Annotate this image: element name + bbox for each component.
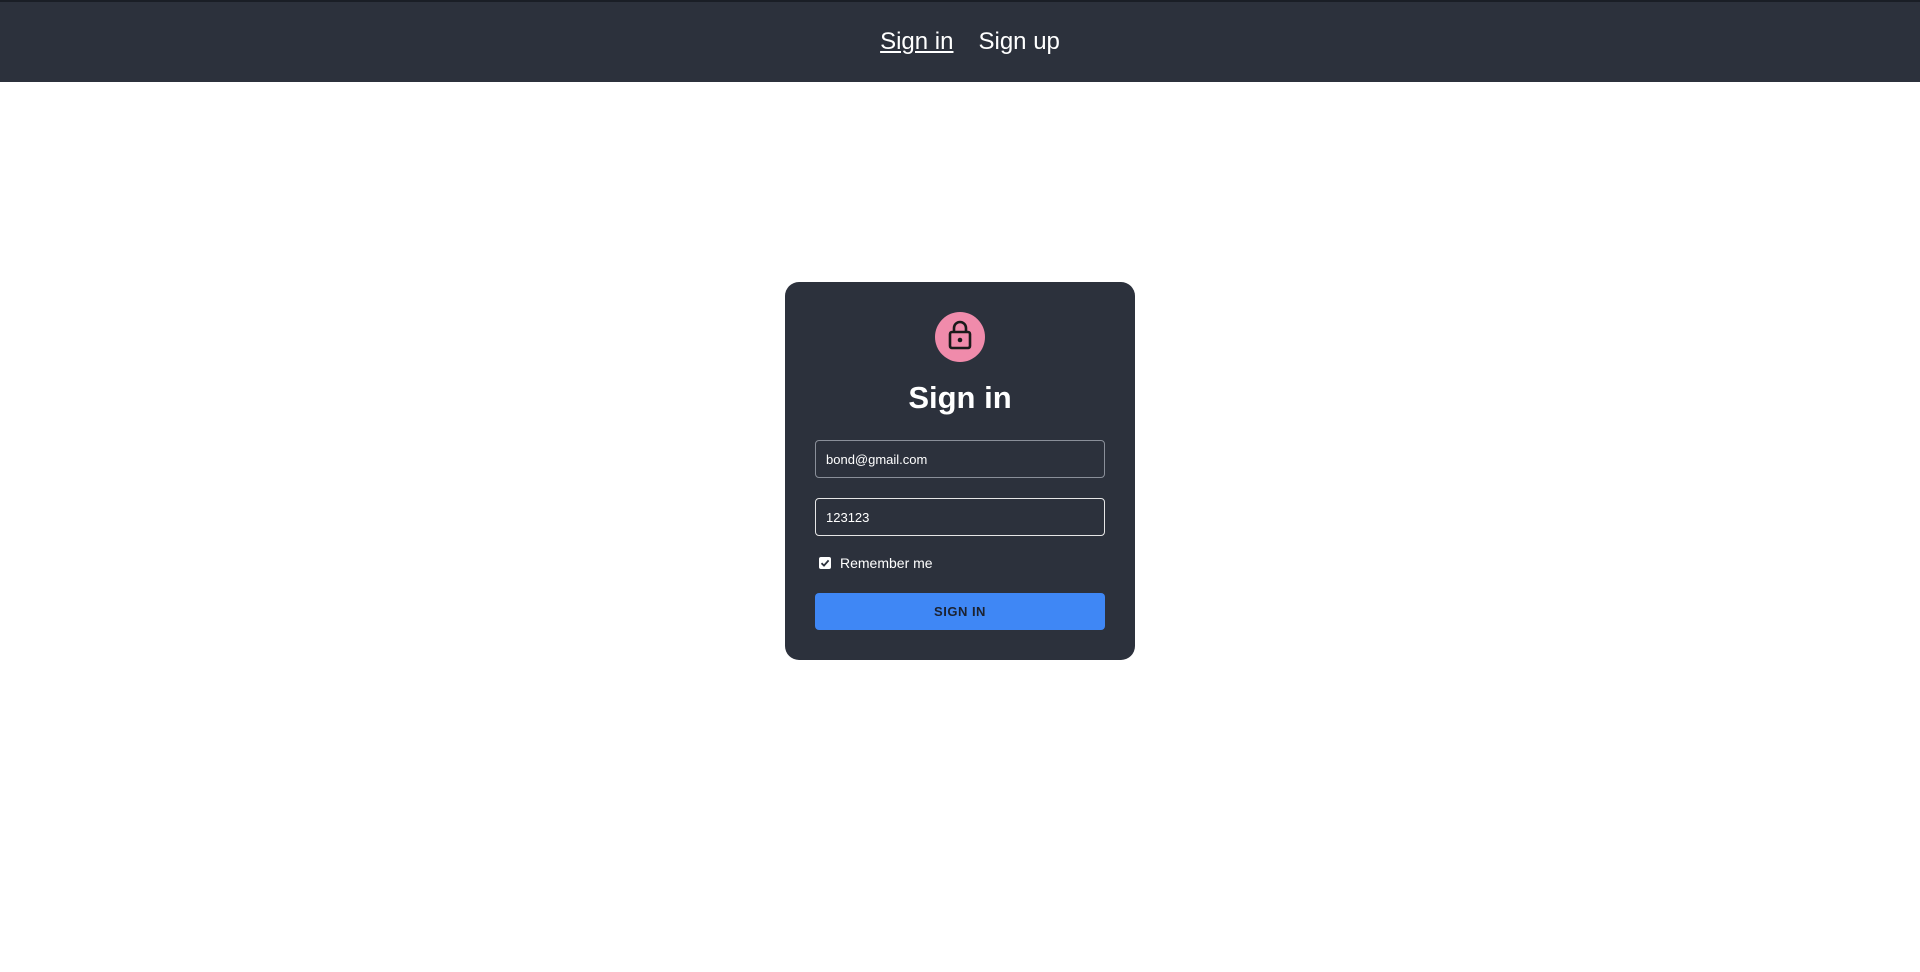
signin-card: Sign in Remember me SIGN IN bbox=[785, 282, 1135, 660]
page-title: Sign in bbox=[908, 380, 1012, 415]
remember-me-label: Remember me bbox=[840, 555, 933, 571]
check-icon bbox=[820, 559, 830, 567]
nav-links: Sign in Sign up bbox=[0, 2, 1920, 82]
avatar bbox=[935, 312, 985, 362]
email-field[interactable] bbox=[815, 440, 1105, 478]
remember-me-checkbox[interactable] bbox=[819, 557, 831, 569]
nav-signup-link[interactable]: Sign up bbox=[978, 28, 1059, 56]
signin-button[interactable]: SIGN IN bbox=[815, 593, 1105, 630]
lock-icon bbox=[946, 320, 974, 355]
top-nav-bar: Sign in Sign up bbox=[0, 0, 1920, 82]
remember-me-row[interactable]: Remember me bbox=[819, 555, 933, 571]
nav-signin-link[interactable]: Sign in bbox=[880, 28, 953, 56]
password-field[interactable] bbox=[815, 498, 1105, 536]
